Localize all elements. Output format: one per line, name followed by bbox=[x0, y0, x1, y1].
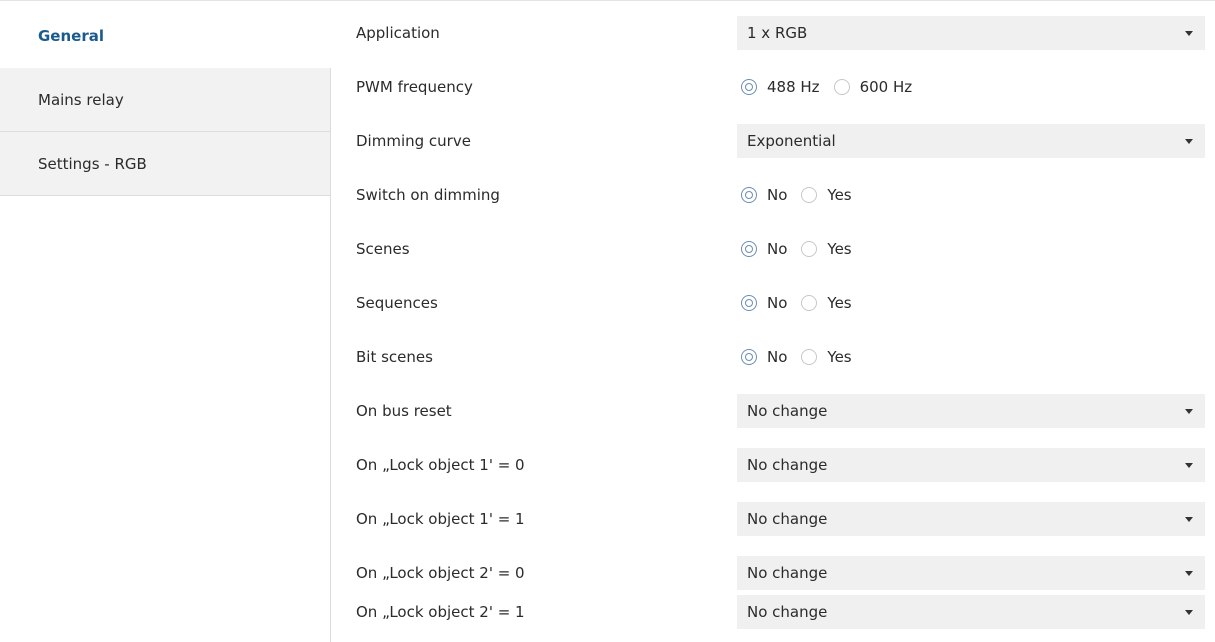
radio-option-yes[interactable]: Yes bbox=[801, 240, 852, 258]
param-row-scenes: Scenes No Yes bbox=[331, 222, 1215, 276]
radio-unchecked-icon bbox=[801, 349, 818, 365]
on-bus-reset-select[interactable]: No change bbox=[737, 394, 1205, 428]
bit-scenes-radio-group: No Yes bbox=[741, 330, 866, 384]
select-value: 1 x RGB bbox=[747, 24, 808, 42]
sidebar-item-mains-relay[interactable]: Mains relay bbox=[0, 68, 330, 132]
select-value: Exponential bbox=[747, 132, 836, 150]
radio-label: 488 Hz bbox=[767, 78, 820, 96]
sidebar-item-general[interactable]: General bbox=[0, 4, 331, 68]
radio-option-no[interactable]: No bbox=[741, 348, 787, 366]
radio-label: No bbox=[767, 294, 788, 312]
parameter-window: General Mains relay Settings - RGB Appli… bbox=[0, 0, 1215, 642]
lock1-0-select[interactable]: No change bbox=[737, 448, 1205, 482]
radio-label: Yes bbox=[827, 348, 852, 366]
radio-label: Yes bbox=[827, 240, 852, 258]
radio-unchecked-icon bbox=[833, 79, 850, 95]
chevron-down-icon bbox=[1185, 463, 1193, 468]
param-label: PWM frequency bbox=[356, 78, 473, 96]
param-label: Dimming curve bbox=[356, 132, 471, 150]
radio-option-600hz[interactable]: 600 Hz bbox=[833, 78, 913, 96]
dimming-curve-select[interactable]: Exponential bbox=[737, 124, 1205, 158]
select-value: No change bbox=[747, 402, 828, 420]
scenes-radio-group: No Yes bbox=[741, 222, 866, 276]
radio-option-no[interactable]: No bbox=[741, 294, 787, 312]
parameter-panel: Application 1 x RGB PWM frequency 488 Hz… bbox=[331, 4, 1215, 642]
param-row-application: Application 1 x RGB bbox=[331, 6, 1215, 60]
radio-label: No bbox=[767, 186, 788, 204]
radio-checked-icon bbox=[741, 79, 757, 95]
radio-label: No bbox=[767, 348, 788, 366]
radio-label: Yes bbox=[827, 294, 852, 312]
chevron-down-icon bbox=[1185, 517, 1193, 522]
radio-checked-icon bbox=[741, 295, 757, 311]
param-row-lock1-1: On „Lock object 1' = 1 No change bbox=[331, 492, 1215, 546]
param-row-sequences: Sequences No Yes bbox=[331, 276, 1215, 330]
top-divider bbox=[0, 0, 1215, 1]
switch-on-dimming-radio-group: No Yes bbox=[741, 168, 866, 222]
lock1-1-select[interactable]: No change bbox=[737, 502, 1205, 536]
select-value: No change bbox=[747, 510, 828, 528]
radio-option-yes[interactable]: Yes bbox=[801, 348, 852, 366]
radio-label: No bbox=[767, 240, 788, 258]
param-row-on-bus-reset: On bus reset No change bbox=[331, 384, 1215, 438]
sidebar-item-label: Settings - RGB bbox=[38, 155, 147, 173]
lock2-1-select[interactable]: No change bbox=[737, 595, 1205, 629]
radio-checked-icon bbox=[741, 241, 757, 257]
param-row-pwm-frequency: PWM frequency 488 Hz 600 Hz bbox=[331, 60, 1215, 114]
chevron-down-icon bbox=[1185, 610, 1193, 615]
radio-unchecked-icon bbox=[801, 187, 818, 203]
radio-unchecked-icon bbox=[801, 295, 818, 311]
radio-label: Yes bbox=[827, 186, 852, 204]
chevron-down-icon bbox=[1185, 571, 1193, 576]
param-row-switch-on-dimming: Switch on dimming No Yes bbox=[331, 168, 1215, 222]
radio-checked-icon bbox=[741, 349, 757, 365]
radio-option-yes[interactable]: Yes bbox=[801, 186, 852, 204]
param-row-dimming-curve: Dimming curve Exponential bbox=[331, 114, 1215, 168]
radio-option-yes[interactable]: Yes bbox=[801, 294, 852, 312]
select-value: No change bbox=[747, 603, 828, 621]
radio-checked-icon bbox=[741, 187, 757, 203]
param-label: Scenes bbox=[356, 240, 410, 258]
chevron-down-icon bbox=[1185, 31, 1193, 36]
param-label: Switch on dimming bbox=[356, 186, 500, 204]
radio-option-488hz[interactable]: 488 Hz bbox=[741, 78, 820, 96]
sidebar-item-label: General bbox=[38, 27, 104, 45]
param-label: On „Lock object 2' = 1 bbox=[356, 603, 525, 621]
param-label: On „Lock object 1' = 0 bbox=[356, 456, 525, 474]
param-label: Application bbox=[356, 24, 440, 42]
param-label: Bit scenes bbox=[356, 348, 433, 366]
param-label: On bus reset bbox=[356, 402, 452, 420]
sidebar-item-label: Mains relay bbox=[38, 91, 124, 109]
radio-option-no[interactable]: No bbox=[741, 186, 787, 204]
pwm-frequency-radio-group: 488 Hz 600 Hz bbox=[741, 60, 926, 114]
chevron-down-icon bbox=[1185, 409, 1193, 414]
sidebar: General Mains relay Settings - RGB bbox=[0, 4, 331, 642]
param-label: On „Lock object 1' = 1 bbox=[356, 510, 525, 528]
chevron-down-icon bbox=[1185, 139, 1193, 144]
sequences-radio-group: No Yes bbox=[741, 276, 866, 330]
param-row-lock2-1: On „Lock object 2' = 1 No change bbox=[331, 585, 1215, 639]
sidebar-item-settings-rgb[interactable]: Settings - RGB bbox=[0, 132, 330, 196]
select-value: No change bbox=[747, 456, 828, 474]
radio-unchecked-icon bbox=[801, 241, 818, 257]
param-label: Sequences bbox=[356, 294, 438, 312]
radio-option-no[interactable]: No bbox=[741, 240, 787, 258]
param-row-lock1-0: On „Lock object 1' = 0 No change bbox=[331, 438, 1215, 492]
application-select[interactable]: 1 x RGB bbox=[737, 16, 1205, 50]
radio-label: 600 Hz bbox=[859, 78, 913, 96]
param-row-bit-scenes: Bit scenes No Yes bbox=[331, 330, 1215, 384]
